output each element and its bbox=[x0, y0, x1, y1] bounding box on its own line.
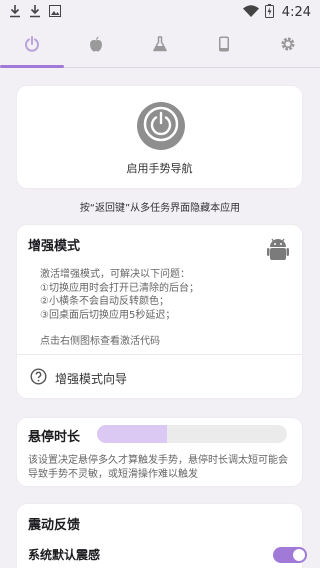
hover-duration-card: 悬停时长 该设置决定悬停多久才算触发手势，悬停时长调太短可能会导致手势不灵敏，或… bbox=[17, 418, 302, 486]
battery-icon bbox=[264, 3, 274, 21]
hover-duration-slider[interactable] bbox=[97, 425, 287, 443]
status-time: 4:24 bbox=[281, 4, 311, 20]
wifi-icon bbox=[242, 4, 259, 20]
tab-indicator bbox=[0, 65, 64, 68]
enhance-mode-card: 增强模式 激活增强模式，可解决以下问题： ①切换应用时会打开已清除的后台； ②小… bbox=[17, 225, 302, 398]
divider bbox=[17, 354, 302, 355]
gesture-nav-label: 启用手势导航 bbox=[126, 162, 193, 175]
android-icon[interactable] bbox=[267, 237, 289, 267]
activation-code-hint: 点击右侧图标查看激活代码 bbox=[40, 336, 160, 347]
vibration-title: 震动反馈 bbox=[28, 518, 81, 533]
download-icon bbox=[29, 4, 41, 21]
tab-lab[interactable] bbox=[128, 24, 192, 67]
status-bar: 4:24 bbox=[0, 0, 320, 24]
help-icon bbox=[30, 368, 47, 388]
vibration-card: 震动反馈 系统默认震感 bbox=[17, 504, 307, 568]
enhance-mode-title: 增强模式 bbox=[28, 239, 81, 254]
phone-icon bbox=[218, 36, 230, 56]
image-icon bbox=[49, 4, 61, 20]
tab-settings[interactable] bbox=[256, 24, 320, 67]
hover-duration-description: 该设置决定悬停多久才算触发手势，悬停时长调太短可能会导致手势不灵敏，或短滑操作难… bbox=[28, 455, 288, 480]
tab-bar bbox=[0, 24, 320, 68]
description-line: ③回桌面后切换应用5秒延迟； bbox=[40, 309, 176, 321]
system-vibration-toggle[interactable] bbox=[273, 547, 307, 563]
gear-icon bbox=[280, 36, 296, 56]
enhance-mode-description: 激活增强模式，可解决以下问题： ①切换应用时会打开已清除的后台； ②小横条不会自… bbox=[40, 268, 199, 322]
slider-fill bbox=[97, 425, 168, 443]
gesture-nav-card: 启用手势导航 bbox=[17, 86, 302, 188]
tab-phone[interactable] bbox=[192, 24, 256, 67]
description-line: ②小横条不会自动反转颜色； bbox=[40, 296, 169, 307]
description-line: 激活增强模式，可解决以下问题： bbox=[40, 269, 190, 280]
hide-app-hint: 按“返回键”从多任务界面隐藏本应用 bbox=[79, 203, 241, 214]
power-toggle-button[interactable] bbox=[137, 102, 185, 150]
power-icon bbox=[24, 35, 40, 56]
download-icon bbox=[9, 4, 21, 21]
guide-label: 增强模式向导 bbox=[55, 371, 128, 386]
tab-apple[interactable] bbox=[64, 24, 128, 67]
hover-duration-title: 悬停时长 bbox=[28, 430, 81, 445]
toggle-knob bbox=[293, 549, 305, 561]
system-vibration-label: 系统默认震感 bbox=[28, 548, 101, 562]
flask-icon bbox=[153, 35, 167, 56]
description-line: ①切换应用时会打开已清除的后台； bbox=[40, 282, 199, 294]
apple-icon bbox=[89, 36, 103, 56]
tab-power[interactable] bbox=[0, 24, 64, 67]
power-icon bbox=[143, 106, 179, 146]
enhance-mode-guide-button[interactable]: 增强模式向导 bbox=[30, 368, 127, 388]
